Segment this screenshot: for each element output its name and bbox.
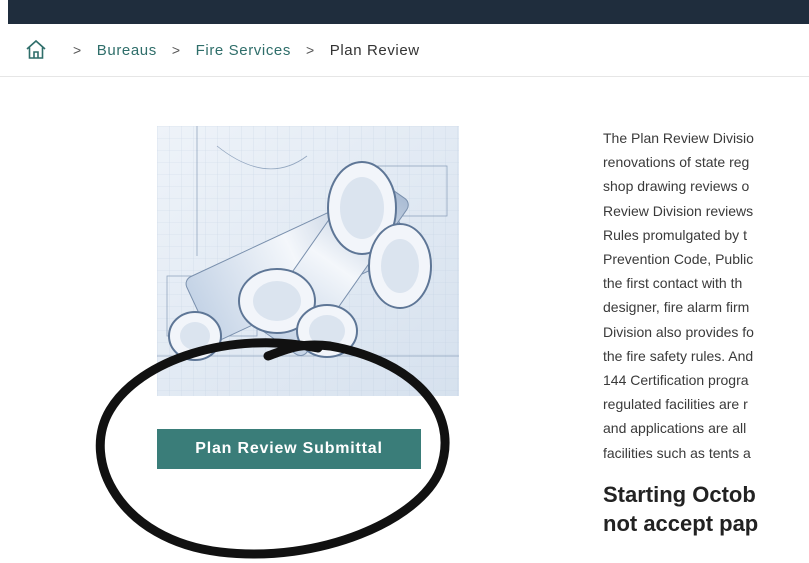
breadcrumb-fire-services-link[interactable]: Fire Services xyxy=(196,42,291,59)
description-line: Review Division reviews xyxy=(603,202,754,219)
description-line: facilities such as tents a xyxy=(603,444,751,461)
top-bar xyxy=(0,0,809,24)
top-bar-edge xyxy=(0,0,8,24)
breadcrumb-separator: > xyxy=(73,42,82,58)
description-line: and applications are all xyxy=(603,420,747,437)
plan-review-description: The Plan Review Divisio renovations of s… xyxy=(603,126,809,465)
blueprint-rolls-image xyxy=(157,126,459,396)
description-line: regulated facilities are r xyxy=(603,396,748,413)
breadcrumb-separator: > xyxy=(305,42,315,58)
description-line: designer, fire alarm firm xyxy=(603,299,750,316)
description-line: Division also provides fo xyxy=(603,323,754,340)
description-line: the first contact with th xyxy=(603,275,743,292)
notice-heading-line: Starting Octob xyxy=(603,482,756,507)
notice-heading: Starting Octob not accept pap xyxy=(603,480,809,538)
plan-review-submittal-button[interactable]: Plan Review Submittal xyxy=(157,429,421,469)
description-line: 144 Certification progra xyxy=(603,372,749,389)
description-line: Prevention Code, Public xyxy=(603,251,754,268)
description-line: The Plan Review Divisio xyxy=(603,130,754,146)
breadcrumb-divider xyxy=(0,76,809,77)
notice-heading-line: not accept pap xyxy=(603,511,759,536)
description-line: shop drawing reviews o xyxy=(603,178,750,195)
description-line: renovations of state reg xyxy=(603,154,750,171)
description-line: Rules promulgated by t xyxy=(603,226,747,243)
description-line: the fire safety rules. And xyxy=(603,347,754,364)
breadcrumb-bureaus-link[interactable]: Bureaus xyxy=(97,42,157,59)
breadcrumb-separator: > xyxy=(171,42,181,58)
breadcrumb: > Bureaus > Fire Services > Plan Review xyxy=(24,36,420,64)
home-icon[interactable] xyxy=(24,38,48,62)
breadcrumb-current-page: Plan Review xyxy=(329,41,420,59)
